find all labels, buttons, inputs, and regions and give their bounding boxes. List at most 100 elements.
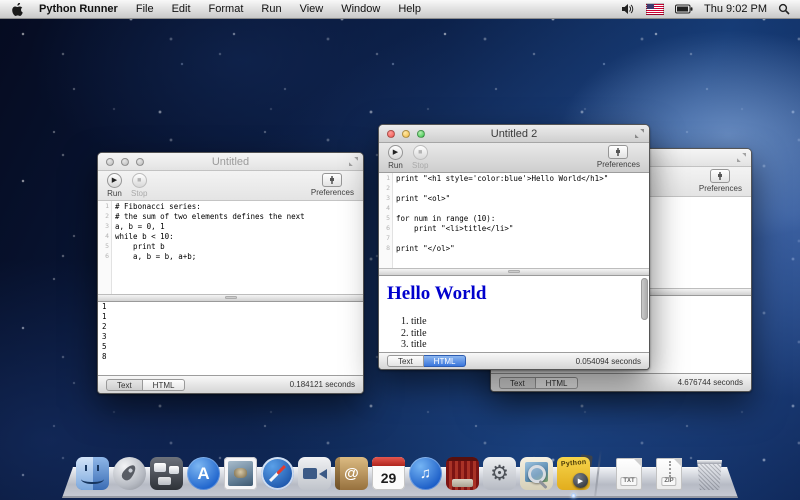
tab-html[interactable]: HTML: [424, 355, 467, 367]
menu-app-name[interactable]: Python Runner: [30, 0, 127, 18]
dock: A @ 29 ♫ ⚙ Python ▶ TXT ZIP: [0, 444, 800, 500]
dock-icon-facetime[interactable]: [298, 457, 331, 490]
code-text: print "</ol>": [392, 244, 455, 253]
dock-icon-mission-control[interactable]: [150, 457, 183, 490]
code-text: print b: [111, 242, 165, 251]
titlebar[interactable]: Untitled: [98, 153, 363, 171]
preferences-button[interactable]: Preferences: [311, 173, 354, 197]
html-list-item: title: [411, 328, 649, 340]
line-number: 6: [98, 252, 111, 260]
output-line: 1: [98, 302, 363, 312]
line-number: 1: [98, 202, 111, 210]
tab-text[interactable]: Text: [106, 379, 143, 391]
stop-label: Stop: [131, 189, 147, 198]
dock-icon-trash[interactable]: [696, 460, 723, 490]
apple-logo-icon: [12, 3, 23, 16]
menu-edit[interactable]: Edit: [163, 0, 200, 18]
dock-icon-preview[interactable]: [520, 457, 553, 490]
input-language-flag-icon[interactable]: [646, 3, 664, 15]
splitter-handle-icon[interactable]: [508, 270, 520, 273]
pane-splitter[interactable]: [379, 268, 649, 276]
code-text: a, b = b, a+b;: [111, 252, 196, 261]
status-bar: Text HTML 0.184121 seconds: [98, 375, 363, 393]
menu-run[interactable]: Run: [252, 0, 290, 18]
stop-button[interactable]: ■ Stop: [131, 173, 147, 198]
zoom-button[interactable]: [417, 130, 425, 138]
dock-icon-python-runner[interactable]: Python ▶: [557, 457, 590, 490]
menu-bar: Python Runner File Edit Format Run View …: [0, 0, 800, 19]
stop-label: Stop: [412, 161, 428, 170]
tab-html[interactable]: HTML: [536, 377, 579, 389]
play-badge-icon: ▶: [573, 473, 588, 488]
dock-icon-address-book[interactable]: @: [335, 457, 368, 490]
volume-icon[interactable]: [621, 3, 635, 15]
stop-button[interactable]: ■ Stop: [412, 145, 428, 170]
run-button[interactable]: ▶ Run: [107, 173, 122, 198]
menu-view[interactable]: View: [291, 0, 333, 18]
gear-icon: ⚙: [490, 463, 509, 484]
line-number: 4: [379, 204, 392, 212]
dock-icon-safari[interactable]: [261, 457, 294, 490]
code-lines: 1 print "<h1 style='color:blue'>Hello Wo…: [379, 173, 649, 253]
tab-text[interactable]: Text: [387, 355, 424, 367]
resize-corner-icon[interactable]: [349, 157, 358, 166]
apple-menu[interactable]: [0, 3, 30, 16]
code-line: 3 a, b = 0, 1: [98, 221, 363, 231]
code-line: 4 while b < 10:: [98, 231, 363, 241]
minimize-button[interactable]: [121, 158, 129, 166]
code-line: 4: [379, 203, 649, 213]
pane-splitter[interactable]: [98, 294, 363, 302]
zoom-button[interactable]: [136, 158, 144, 166]
minimize-button[interactable]: [402, 130, 410, 138]
dock-icon-mail[interactable]: [224, 457, 257, 490]
output-line: 1: [98, 312, 363, 322]
line-number: 2: [379, 184, 392, 192]
scrollbar-thumb[interactable]: [641, 278, 648, 320]
line-number: 4: [98, 232, 111, 240]
resize-corner-icon[interactable]: [737, 153, 746, 162]
dock-icon-itunes[interactable]: ♫: [409, 457, 442, 490]
preferences-button[interactable]: Preferences: [699, 169, 742, 193]
dock-icon-launchpad[interactable]: [113, 457, 146, 490]
dock-icon-txt-document[interactable]: TXT: [616, 458, 642, 490]
preferences-button[interactable]: Preferences: [597, 145, 640, 169]
dock-icon-ical[interactable]: 29: [372, 457, 405, 490]
run-play-icon: ▶: [107, 173, 122, 188]
html-list-item: title: [411, 339, 649, 351]
code-editor[interactable]: 1 print "<h1 style='color:blue'>Hello Wo…: [379, 173, 649, 268]
spotlight-icon[interactable]: [778, 3, 790, 15]
menu-help[interactable]: Help: [389, 0, 430, 18]
menu-clock[interactable]: Thu 9:02 PM: [704, 3, 767, 15]
tab-text[interactable]: Text: [499, 377, 536, 389]
output-pane: 112358: [98, 302, 363, 375]
tab-html[interactable]: HTML: [143, 379, 186, 391]
at-glyph: @: [344, 465, 359, 482]
dock-icon-zip-archive[interactable]: ZIP: [656, 458, 682, 490]
run-button[interactable]: ▶ Run: [388, 145, 403, 170]
splitter-handle-icon[interactable]: [225, 296, 237, 299]
dock-icon-finder[interactable]: [76, 457, 109, 490]
code-line: 6 print "<li>title</li>": [379, 223, 649, 233]
close-button[interactable]: [387, 130, 395, 138]
output-line: 5: [98, 342, 363, 352]
close-button[interactable]: [106, 158, 114, 166]
preferences-switch-icon: [322, 173, 342, 187]
code-text: print "<h1 style='color:blue'>Hello Worl…: [392, 174, 608, 183]
code-line: 2: [379, 183, 649, 193]
dock-icon-photo-booth[interactable]: [446, 457, 479, 490]
code-line: 1 # Fibonacci series:: [98, 201, 363, 211]
titlebar[interactable]: Untitled 2: [379, 125, 649, 143]
zipper-icon: [669, 461, 671, 477]
menu-window[interactable]: Window: [332, 0, 389, 18]
code-editor[interactable]: 1 # Fibonacci series: 2 # the sum of two…: [98, 201, 363, 294]
code-line: 2 # the sum of two elements defines the …: [98, 211, 363, 221]
battery-icon[interactable]: [675, 4, 693, 14]
scrollbar[interactable]: [641, 278, 648, 350]
menu-file[interactable]: File: [127, 0, 163, 18]
code-line: 6 a, b = b, a+b;: [98, 251, 363, 261]
dock-icon-app-store[interactable]: A: [187, 457, 220, 490]
dock-icon-system-preferences[interactable]: ⚙: [483, 457, 516, 490]
menu-format[interactable]: Format: [200, 0, 253, 18]
line-number: 5: [379, 214, 392, 222]
resize-corner-icon[interactable]: [635, 129, 644, 138]
